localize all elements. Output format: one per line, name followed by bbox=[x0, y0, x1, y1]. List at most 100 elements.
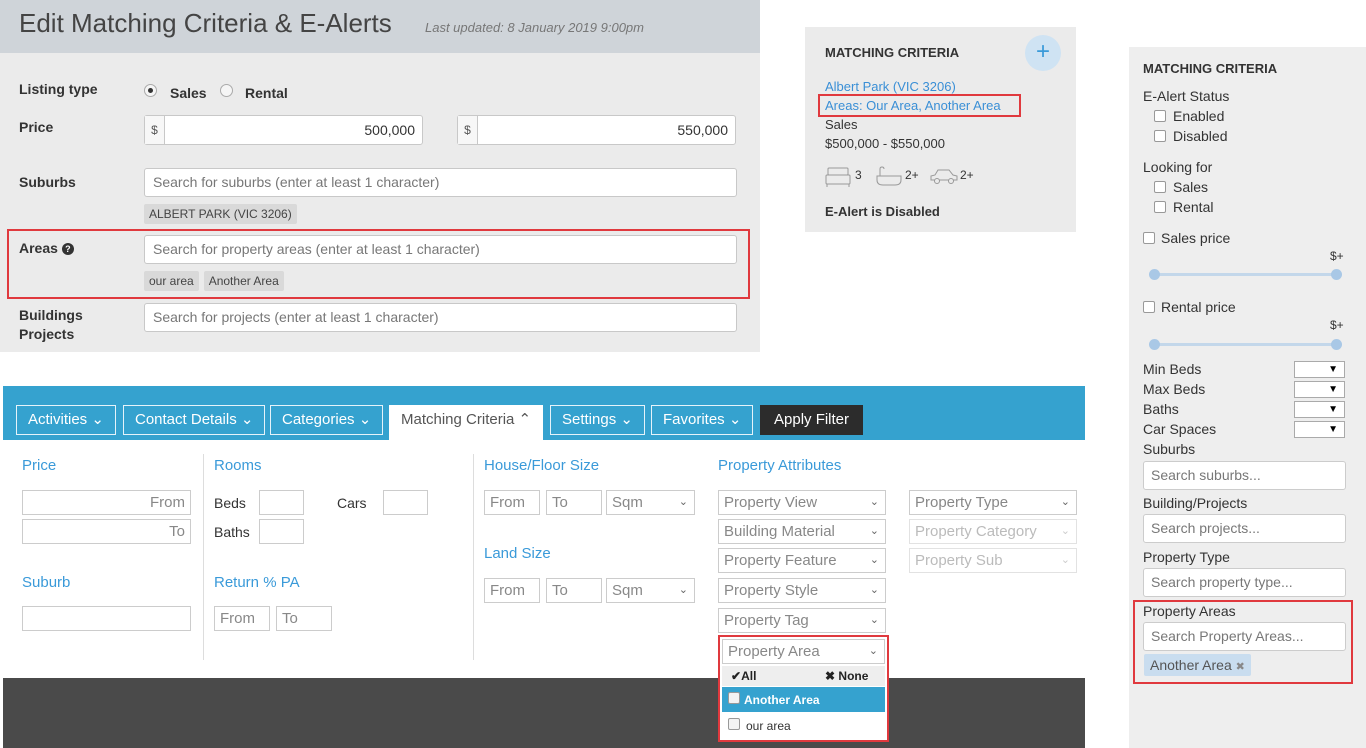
tab-label: Contact Details bbox=[135, 411, 237, 428]
apply-filter-button[interactable]: Apply Filter bbox=[760, 405, 864, 435]
max-beds-label: Max Beds bbox=[1143, 381, 1206, 397]
sales-checkbox[interactable] bbox=[1154, 181, 1166, 193]
property-category-select[interactable]: Property Category ⌄ bbox=[909, 519, 1077, 544]
tab-contact-details[interactable]: Contact Details ⌄ bbox=[123, 405, 266, 435]
enabled-checkbox[interactable] bbox=[1154, 110, 1166, 122]
suburb-section-title: Suburb bbox=[22, 574, 71, 591]
sales-price-slider-track[interactable] bbox=[1153, 273, 1336, 276]
rental-price-min-handle[interactable] bbox=[1149, 339, 1160, 350]
property-style-select[interactable]: Property Style ⌄ bbox=[718, 578, 886, 603]
enabled-label: Enabled bbox=[1173, 108, 1225, 124]
price-from-input[interactable]: From bbox=[22, 490, 191, 515]
select-none-button[interactable]: ✖ None bbox=[825, 669, 868, 683]
land-size-unit-select[interactable]: Sqm ⌄ bbox=[606, 578, 695, 603]
car-spaces-select[interactable]: ▼ bbox=[1294, 421, 1345, 438]
option-checkbox[interactable] bbox=[728, 718, 740, 730]
max-beds-select[interactable]: ▼ bbox=[1294, 381, 1345, 398]
select-all-label: All bbox=[741, 669, 757, 683]
chevron-down-icon: ⌄ bbox=[240, 411, 254, 428]
building-material-select[interactable]: Building Material ⌄ bbox=[718, 519, 886, 544]
rental-checkbox[interactable] bbox=[1154, 201, 1166, 213]
rental-price-max-handle[interactable] bbox=[1331, 339, 1342, 350]
select-label: Property Tag bbox=[724, 612, 809, 629]
sales-price-min-handle[interactable] bbox=[1149, 269, 1160, 280]
chevron-down-icon: ⌄ bbox=[1060, 525, 1070, 537]
property-feature-select[interactable]: Property Feature ⌄ bbox=[718, 548, 886, 573]
rental-radio[interactable] bbox=[220, 84, 233, 97]
page-title: Edit Matching Criteria & E-Alerts bbox=[19, 8, 392, 38]
remove-icon[interactable]: ✖ bbox=[1236, 661, 1245, 673]
price-min-input[interactable]: $ 500,000 bbox=[144, 115, 423, 145]
sales-price-checkbox[interactable] bbox=[1143, 232, 1155, 244]
return-to-input[interactable]: To bbox=[276, 606, 332, 631]
price-range-text: $500,000 - $550,000 bbox=[825, 136, 945, 151]
suburbs-search-input[interactable]: Search for suburbs (enter at least 1 cha… bbox=[144, 168, 737, 197]
tab-favorites[interactable]: Favorites ⌄ bbox=[651, 405, 754, 435]
rental-price-checkbox[interactable] bbox=[1143, 301, 1155, 313]
chevron-down-icon: ⌄ bbox=[1060, 496, 1070, 508]
sales-price-max-handle[interactable] bbox=[1331, 269, 1342, 280]
area-option-our-area[interactable]: our area bbox=[722, 713, 885, 738]
property-type-select[interactable]: Property Type ⌄ bbox=[909, 490, 1077, 515]
projects-search-input[interactable]: Search projects... bbox=[1143, 514, 1346, 543]
sales-radio[interactable] bbox=[144, 84, 157, 97]
add-criteria-button[interactable]: + bbox=[1025, 35, 1061, 71]
house-size-unit-select[interactable]: Sqm ⌄ bbox=[606, 490, 695, 515]
suburb-input[interactable] bbox=[22, 606, 191, 631]
card-heading: MATCHING CRITERIA bbox=[825, 45, 960, 60]
sidebar-matching-criteria: MATCHING CRITERIA E-Alert Status Enabled… bbox=[1129, 47, 1366, 748]
price-to-input[interactable]: To bbox=[22, 519, 191, 544]
select-label: Property Style bbox=[724, 582, 819, 599]
chevron-up-icon: ⌃ bbox=[518, 411, 532, 428]
cars-label: Cars bbox=[337, 495, 367, 511]
area-option-another-area[interactable]: Another Area bbox=[722, 687, 885, 712]
chevron-down-icon: ⌄ bbox=[678, 584, 688, 596]
tab-categories[interactable]: Categories ⌄ bbox=[270, 405, 384, 435]
select-label: Property Category bbox=[915, 523, 1037, 540]
house-size-from-input[interactable]: From bbox=[484, 490, 540, 515]
property-type-search-input[interactable]: Search property type... bbox=[1143, 568, 1346, 597]
cars-input[interactable] bbox=[383, 490, 428, 515]
price-max-input[interactable]: $ 550,000 bbox=[457, 115, 736, 145]
baths-select[interactable]: ▼ bbox=[1294, 401, 1345, 418]
chevron-down-icon: ⌄ bbox=[358, 411, 372, 428]
return-from-input[interactable]: From bbox=[214, 606, 270, 631]
baths-input[interactable] bbox=[259, 519, 304, 544]
sidebar-heading: MATCHING CRITERIA bbox=[1143, 61, 1278, 76]
tab-settings[interactable]: Settings ⌄ bbox=[550, 405, 645, 435]
select-none-label: None bbox=[838, 669, 869, 683]
house-size-to-input[interactable]: To bbox=[546, 490, 602, 515]
projects-search-input[interactable]: Search for projects (enter at least 1 ch… bbox=[144, 303, 737, 332]
chevron-down-icon: ⌄ bbox=[869, 496, 879, 508]
tab-matching-criteria[interactable]: Matching Criteria ⌃ bbox=[389, 405, 544, 440]
buildings-label: Buildings bbox=[19, 307, 83, 323]
select-all-none-bar: ✔All ✖ None bbox=[722, 666, 885, 686]
return-section-title: Return % PA bbox=[214, 574, 300, 591]
disabled-checkbox[interactable] bbox=[1154, 130, 1166, 142]
rental-price-slider-track[interactable] bbox=[1153, 343, 1336, 346]
suburb-tag[interactable]: ALBERT PARK (VIC 3206) bbox=[144, 204, 297, 224]
suburbs-search-input[interactable]: Search suburbs... bbox=[1143, 461, 1346, 490]
land-size-to-input[interactable]: To bbox=[546, 578, 602, 603]
sales-price-max-label: $+ bbox=[1330, 249, 1344, 263]
property-view-select[interactable]: Property View ⌄ bbox=[718, 490, 886, 515]
min-beds-select[interactable]: ▼ bbox=[1294, 361, 1345, 378]
property-area-select[interactable]: Property Area ⌄ bbox=[722, 639, 885, 664]
car-spaces-label: Car Spaces bbox=[1143, 421, 1217, 437]
tab-label: Settings bbox=[562, 411, 617, 428]
land-size-from-input[interactable]: From bbox=[484, 578, 540, 603]
tab-activities[interactable]: Activities ⌄ bbox=[16, 405, 116, 435]
property-tag-select[interactable]: Property Tag ⌄ bbox=[718, 608, 886, 633]
option-checkbox[interactable] bbox=[728, 692, 740, 704]
footer-area bbox=[3, 678, 1085, 748]
filter-tab-bar: Activities ⌄ Contact Details ⌄ Categorie… bbox=[3, 386, 1085, 440]
beds-input[interactable] bbox=[259, 490, 304, 515]
property-sub-select[interactable]: Property Sub ⌄ bbox=[909, 548, 1077, 573]
select-all-button[interactable]: ✔All bbox=[731, 669, 756, 683]
suburb-link[interactable]: Albert Park (VIC 3206) bbox=[825, 79, 956, 94]
min-beds-label: Min Beds bbox=[1143, 361, 1202, 377]
property-areas-search-input[interactable]: Search Property Areas... bbox=[1143, 622, 1346, 651]
beds-label: Beds bbox=[214, 495, 246, 511]
chevron-down-icon: ⌄ bbox=[869, 584, 879, 596]
property-type-label: Property Type bbox=[1143, 549, 1230, 565]
